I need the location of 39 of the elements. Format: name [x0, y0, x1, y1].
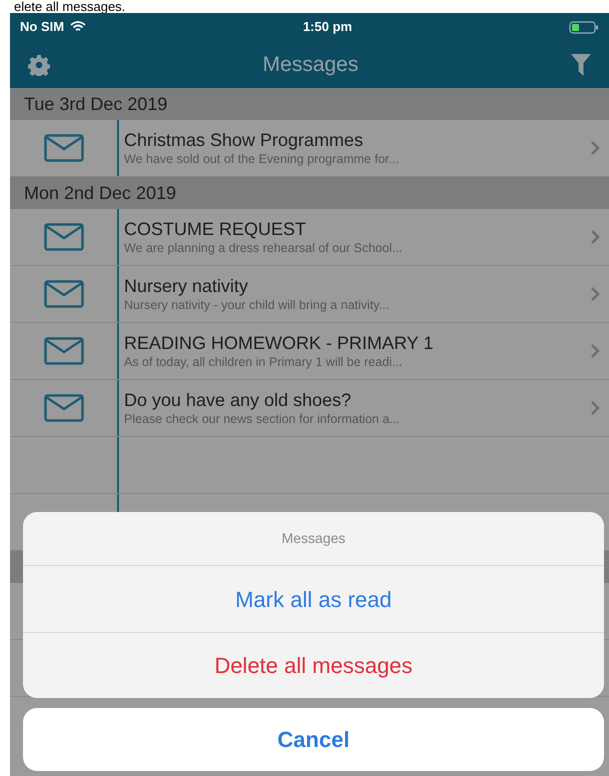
message-row[interactable]: READING HOMEWORK - PRIMARY 1 As of today, all children in Primary 1 will be readi...: [10, 323, 609, 380]
settings-icon[interactable]: [28, 54, 50, 76]
message-row[interactable]: COSTUME REQUEST We are planning a dress rehearsal of our School...: [10, 209, 609, 266]
message-title: COSTUME REQUEST: [124, 218, 308, 240]
wifi-icon: [70, 21, 86, 33]
action-button[interactable]: Mark all as read: [23, 566, 604, 632]
chevron-icon: [590, 400, 600, 416]
message-row[interactable]: Do you have any old shoes? Please check our news section for information a...: [10, 380, 609, 437]
nav-title: Messages: [262, 52, 360, 78]
chevron-icon: [590, 229, 600, 245]
section-header: Mon 2nd Dec 2019: [10, 177, 609, 209]
message-title: READING HOMEWORK - PRIMARY 1: [124, 332, 434, 354]
message-row[interactable]: Christmas Show Programmes We have sold out of the Evening programme for...: [10, 120, 609, 177]
message-preview: Please check our news section for information a...: [124, 411, 401, 427]
message-title: Christmas Show Programmes: [124, 129, 364, 151]
chevron-icon: [590, 140, 600, 156]
message-preview: We are planning a dress rehearsal of our School...: [124, 240, 404, 256]
message-title: Nursery nativity: [124, 275, 250, 297]
message-preview: We have sold out of the Evening programme for...: [124, 151, 400, 167]
envelope-icon: [44, 223, 84, 251]
filter-icon[interactable]: [571, 54, 591, 76]
battery-icon: [569, 20, 599, 34]
time-text: 1:50 pm: [302, 18, 354, 36]
envelope-icon: [44, 280, 84, 308]
chevron-icon: [590, 286, 600, 302]
section-header: Tue 3rd Dec 2019: [10, 88, 609, 120]
envelope-icon: [44, 134, 84, 162]
action-button[interactable]: Delete all messages: [23, 632, 604, 698]
caption-text: elete all messages.: [14, 0, 126, 13]
chevron-icon: [590, 343, 600, 359]
cancel-button[interactable]: Cancel: [23, 708, 604, 771]
carrier-text: No SIM: [20, 18, 64, 36]
message-row[interactable]: Nursery nativity Nursery nativity - your child will bring a nativity...: [10, 266, 609, 323]
message-preview: As of today, all children in Primary 1 will be readi...: [124, 354, 404, 370]
message-preview: Nursery nativity - your child will bring a nativity...: [124, 297, 390, 313]
action-sheet-title: Messages: [282, 529, 346, 548]
envelope-icon: [44, 337, 84, 365]
envelope-icon: [44, 394, 84, 422]
message-title: Do you have any old shoes?: [124, 389, 352, 411]
